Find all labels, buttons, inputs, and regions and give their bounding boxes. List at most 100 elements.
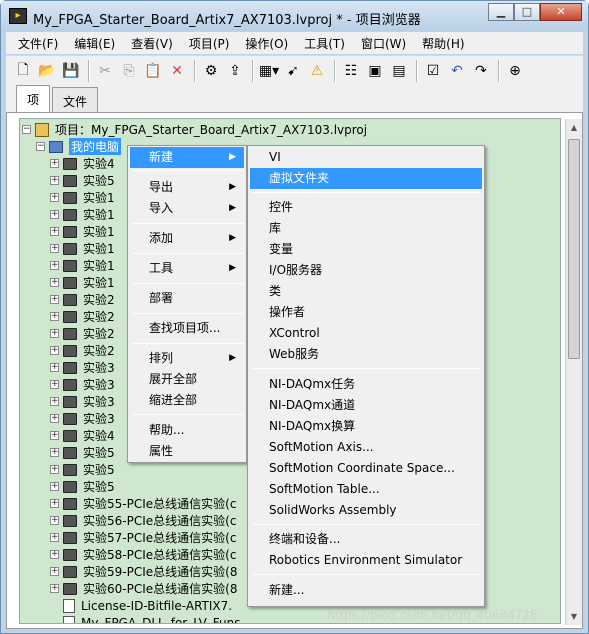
menu-help[interactable]: 帮助(H)	[414, 35, 472, 52]
submenu-item[interactable]: 类	[250, 281, 482, 302]
expand-toggle-icon[interactable]: +	[50, 533, 59, 542]
expand-toggle-icon[interactable]: +	[50, 414, 59, 423]
expand-toggle-icon[interactable]: +	[50, 278, 59, 287]
tree-row[interactable]: − 项目：My_FPGA_Starter_Board_Artix7_AX7103.…	[22, 121, 367, 138]
context-menu-item[interactable]: 帮助...	[130, 420, 244, 441]
expand-toggle-icon[interactable]: −	[36, 142, 45, 151]
submenu-item[interactable]: SoftMotion Table...	[250, 479, 482, 500]
expand-toggle-icon[interactable]: +	[50, 244, 59, 253]
tree-row[interactable]: + 实验5	[50, 478, 115, 495]
menu-tools[interactable]: 工具(T)	[296, 35, 353, 52]
arrange-icon[interactable]: ☷	[340, 60, 362, 82]
submenu-item[interactable]: 变量	[250, 239, 482, 260]
submenu-item[interactable]: VI	[250, 147, 482, 168]
expand-toggle-icon[interactable]: +	[50, 465, 59, 474]
undo-icon[interactable]: ↶	[446, 60, 468, 82]
vertical-scrollbar[interactable]: ▲ ▼	[565, 119, 582, 625]
deploy-icon[interactable]: ⇪	[224, 60, 246, 82]
tree-row[interactable]: + 实验1	[50, 257, 115, 274]
context-menu-item[interactable]: 查找项目项...	[130, 318, 244, 339]
menu-file[interactable]: 文件(F)	[10, 35, 66, 52]
expand-toggle-icon[interactable]: +	[50, 584, 59, 593]
maximize-button[interactable]: □	[514, 3, 540, 21]
expand-toggle-icon[interactable]: +	[50, 397, 59, 406]
tree-row[interactable]: + 实验4	[50, 427, 115, 444]
new-icon[interactable]: 🗋	[12, 60, 34, 82]
expand-toggle-icon[interactable]: +	[50, 176, 59, 185]
tree-row[interactable]: + 实验60-PCIe总线通信实验(8	[50, 580, 237, 597]
scroll-up-arrow-icon[interactable]: ▲	[566, 119, 582, 136]
expand-toggle-icon[interactable]: +	[50, 363, 59, 372]
view-options-icon[interactable]: ▦▾	[258, 60, 280, 82]
expand-toggle-icon[interactable]: +	[50, 227, 59, 236]
context-menu-item[interactable]: 属性	[130, 441, 244, 462]
context-menu-item[interactable]: 部署	[130, 288, 244, 309]
expand-icon[interactable]: ▤	[388, 60, 410, 82]
menu-operate[interactable]: 操作(O)	[237, 35, 296, 52]
expand-toggle-icon[interactable]: +	[50, 346, 59, 355]
collapse-icon[interactable]: ▣	[364, 60, 386, 82]
submenu-item[interactable]: SoftMotion Axis...	[250, 437, 482, 458]
tab-items[interactable]: 项	[16, 85, 51, 112]
context-menu-item[interactable]: 工具 ▶	[130, 258, 244, 279]
expand-toggle-icon[interactable]: +	[50, 210, 59, 219]
tree-row[interactable]: + 实验5	[50, 461, 115, 478]
tree-row[interactable]: + 实验5	[50, 444, 115, 461]
submenu-item[interactable]: Robotics Environment Simulator	[250, 550, 482, 571]
tree-row[interactable]: + 实验3	[50, 393, 115, 410]
expand-toggle-icon[interactable]: +	[50, 159, 59, 168]
submenu-item[interactable]: NI-DAQmx通道	[250, 395, 482, 416]
build-icon[interactable]: ⚙	[200, 60, 222, 82]
save-all-icon[interactable]: 💾	[60, 60, 82, 82]
context-menu-item[interactable]: 新建 ▶	[130, 147, 244, 168]
expand-toggle-icon[interactable]: +	[50, 431, 59, 440]
expand-toggle-icon[interactable]: +	[50, 193, 59, 202]
tree-row[interactable]: License-ID-Bitfile-ARTIX7.	[50, 597, 232, 614]
check-icon[interactable]: ☑	[422, 60, 444, 82]
menu-edit[interactable]: 编辑(E)	[66, 35, 123, 52]
tree-row[interactable]: + 实验1	[50, 189, 115, 206]
tree-row[interactable]: + 实验1	[50, 206, 115, 223]
submenu-item[interactable]: 库	[250, 218, 482, 239]
context-menu-item[interactable]: 排列 ▶	[130, 348, 244, 369]
submenu-item[interactable]: 新建...	[250, 580, 482, 601]
expand-toggle-icon[interactable]: +	[50, 312, 59, 321]
submenu-item[interactable]: Web服务	[250, 344, 482, 365]
copy-icon[interactable]: ⎘	[118, 60, 140, 82]
tree-row[interactable]: + 实验2	[50, 342, 115, 359]
expand-toggle-icon[interactable]: +	[50, 380, 59, 389]
tree-row[interactable]: + 实验56-PCIe总线通信实验(c	[50, 512, 236, 529]
expand-toggle-icon[interactable]: +	[50, 295, 59, 304]
tree-row[interactable]: + 实验2	[50, 325, 115, 342]
submenu-item[interactable]: 控件	[250, 197, 482, 218]
tree-row[interactable]: + 实验59-PCIe总线通信实验(8	[50, 563, 237, 580]
tree-row[interactable]: My_FPGA_DLL_for_LV_Funs	[50, 614, 241, 623]
expand-toggle-icon[interactable]: +	[50, 550, 59, 559]
tree-row[interactable]: + 实验2	[50, 308, 115, 325]
submenu-item[interactable]: NI-DAQmx任务	[250, 374, 482, 395]
tree-row[interactable]: + 实验3	[50, 376, 115, 393]
scrollbar-thumb[interactable]	[568, 139, 580, 359]
tree-row[interactable]: + 实验55-PCIe总线通信实验(c	[50, 495, 236, 512]
expand-toggle-icon[interactable]: +	[50, 499, 59, 508]
context-menu-item[interactable]: 添加 ▶	[130, 228, 244, 249]
expand-toggle-icon[interactable]: +	[50, 261, 59, 270]
context-menu-item[interactable]: 展开全部	[130, 369, 244, 390]
submenu-item[interactable]: I/O服务器	[250, 260, 482, 281]
tree-row[interactable]: + 实验58-PCIe总线通信实验(c	[50, 546, 236, 563]
tree-row[interactable]: + 实验1	[50, 223, 115, 240]
submenu-item[interactable]: XControl	[250, 323, 482, 344]
tree-row[interactable]: + 实验1	[50, 274, 115, 291]
context-menu-item[interactable]: 缩进全部	[130, 390, 244, 411]
open-icon[interactable]: 📂	[36, 60, 58, 82]
delete-icon[interactable]: ✕	[166, 60, 188, 82]
submenu-item[interactable]: 操作者	[250, 302, 482, 323]
expand-toggle-icon[interactable]: +	[50, 482, 59, 491]
submenu-item[interactable]: NI-DAQmx换算	[250, 416, 482, 437]
expand-toggle-icon[interactable]: −	[22, 125, 31, 134]
menu-project[interactable]: 项目(P)	[181, 35, 238, 52]
tree-row[interactable]: + 实验3	[50, 410, 115, 427]
context-menu-item[interactable]: 导入 ▶	[130, 198, 244, 219]
expand-toggle-icon[interactable]: +	[50, 448, 59, 457]
tree-row[interactable]: + 实验3	[50, 359, 115, 376]
